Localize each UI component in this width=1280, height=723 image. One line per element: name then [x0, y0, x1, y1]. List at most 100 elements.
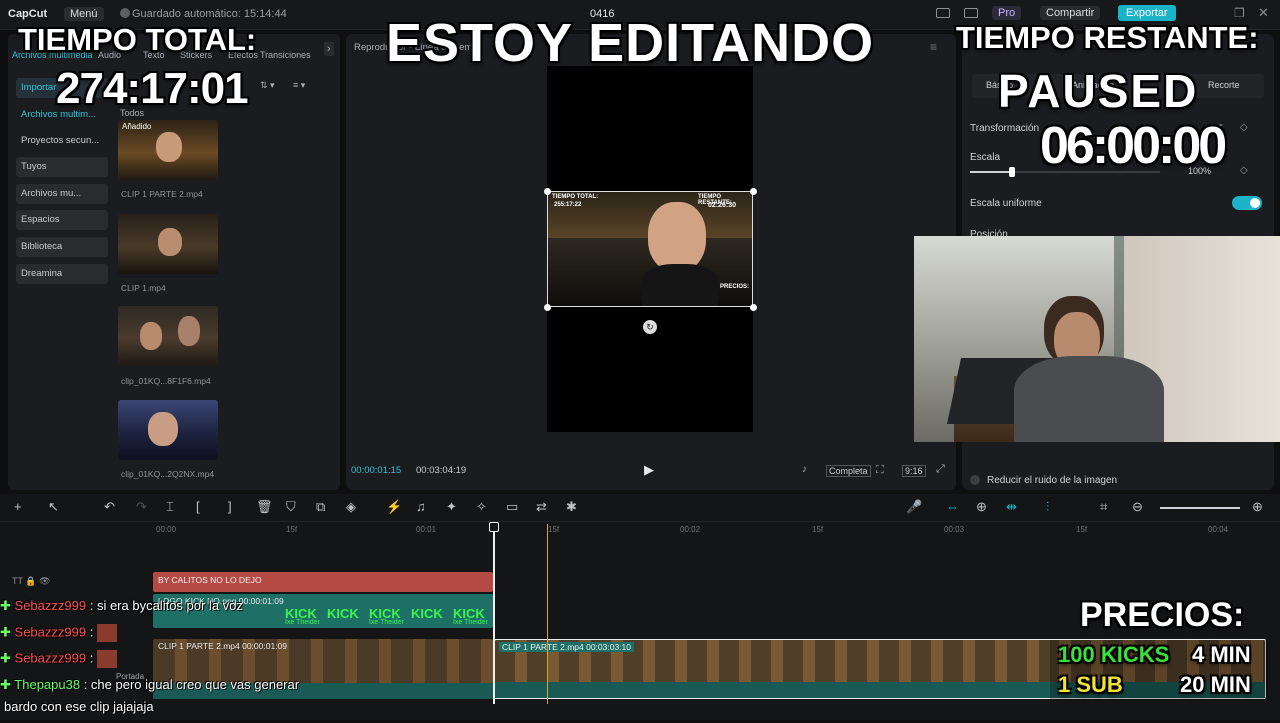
- sparkle-icon[interactable]: ✱: [566, 499, 577, 515]
- chat-message: ✚ Sebazzz999 : si era bycalitos por la v…: [0, 598, 243, 622]
- zoom-slider[interactable]: [1160, 507, 1240, 509]
- scale-slider-knob[interactable]: [1008, 167, 1015, 177]
- shortcuts-icon[interactable]: [964, 8, 978, 18]
- split-icon[interactable]: ⌶: [166, 499, 174, 515]
- complete-button[interactable]: Completa: [826, 465, 871, 477]
- chat-message: ✚ Sebazzz999 :: [0, 624, 117, 648]
- snap-icon[interactable]: ⊕: [976, 499, 987, 515]
- text-track-clip[interactable]: BY CALITOS NO LO DEJO: [153, 572, 493, 592]
- zoom-fit-icon[interactable]: ⌗: [1100, 499, 1107, 515]
- chevron-right-icon[interactable]: ›: [324, 42, 334, 56]
- webcam-feed: [914, 236, 1280, 442]
- restore-window-icon[interactable]: ❐: [1234, 6, 1245, 20]
- person-shape: [148, 412, 178, 446]
- zoom-out-icon[interactable]: ⊖: [1132, 499, 1143, 515]
- time-ruler[interactable]: 00:00 15f 00:01 15f 00:02 15f 00:03 15f …: [150, 522, 1280, 540]
- media-thumb-clip1[interactable]: [118, 214, 218, 274]
- menu-button[interactable]: Menú: [64, 7, 104, 21]
- close-icon[interactable]: ✕: [1258, 5, 1269, 21]
- kick-subtitle: Ixe Theider: [453, 619, 488, 626]
- ratio-button[interactable]: 9:16: [902, 465, 926, 477]
- media-caption: clip_01KQ...8F1F6.mp4: [121, 376, 211, 386]
- filter-icon[interactable]: ≡ ▾: [293, 80, 305, 91]
- screenshot-icon[interactable]: ⛶: [876, 464, 884, 477]
- tick-label: 00:00: [156, 525, 177, 534]
- nav-secondary-projects[interactable]: Proyectos secun...: [16, 131, 108, 151]
- autosave-status: Guardado automático: 15:14:44: [132, 8, 287, 20]
- redo-icon[interactable]: ↷: [136, 499, 147, 515]
- tick-label: 00:02: [680, 525, 701, 534]
- stream-title: ESTOY EDITANDO: [386, 13, 875, 73]
- uniform-scale-toggle[interactable]: [1232, 196, 1262, 210]
- share-button[interactable]: Compartir: [1040, 6, 1101, 20]
- tick-label: 15f: [548, 525, 560, 534]
- tiktok-icon[interactable]: ♪: [802, 464, 807, 475]
- nav-spaces[interactable]: Espacios: [16, 210, 108, 230]
- keyframe-icon[interactable]: ◇: [1240, 122, 1248, 133]
- media-thumb-clip1-part2[interactable]: Añadido: [118, 120, 218, 180]
- keyframe-icon[interactable]: ◇: [1240, 165, 1248, 176]
- resize-handle[interactable]: [750, 188, 757, 195]
- kick-logo: KICK: [411, 606, 443, 621]
- magic-icon[interactable]: ✧: [476, 499, 487, 515]
- preview-clip[interactable]: TIEMPO TOTAL: 255:17:22 TIEMPO RESTANTE:…: [547, 191, 753, 307]
- resize-handle[interactable]: [544, 304, 551, 311]
- delete-icon[interactable]: 🗑: [256, 499, 273, 515]
- tab-transitions[interactable]: Transiciones: [260, 50, 311, 60]
- media-thumb-clip3[interactable]: [118, 306, 218, 366]
- add-track-icon[interactable]: +: [14, 499, 22, 514]
- nav-dreamina[interactable]: Dreamina: [16, 264, 108, 284]
- magnet-icon[interactable]: ⇹: [1006, 499, 1017, 515]
- transform-label: Transformación: [970, 123, 1040, 134]
- pro-button[interactable]: Pro: [992, 6, 1022, 20]
- price-kicks-time: 4 MIN: [1192, 642, 1251, 667]
- video-clip-label: CLIP 1 PARTE 2.mp4 00:03:03:10: [499, 642, 634, 652]
- resize-handle[interactable]: [750, 304, 757, 311]
- layout-icon[interactable]: [936, 8, 950, 18]
- nav-library[interactable]: Biblioteca: [16, 237, 108, 257]
- crop-icon[interactable]: ⧉: [316, 499, 325, 515]
- playhead-handle[interactable]: [489, 522, 499, 532]
- ai-icon[interactable]: ✦: [446, 499, 457, 515]
- split-left-icon[interactable]: [: [196, 499, 200, 514]
- chat-text: : si era bycalitos por la voz: [89, 598, 243, 613]
- play-icon[interactable]: ▶: [644, 462, 654, 478]
- nav-yours[interactable]: Tuyos: [16, 157, 108, 177]
- clip-total-label: TIEMPO TOTAL:: [552, 194, 599, 200]
- tick-label: 15f: [812, 525, 824, 534]
- microphone-icon[interactable]: 🎤: [906, 499, 922, 515]
- mask-icon[interactable]: ◈: [346, 499, 356, 515]
- subtitle-icon[interactable]: ▭: [506, 499, 518, 515]
- rotate-icon[interactable]: ↻: [643, 320, 657, 334]
- resize-handle[interactable]: [544, 188, 551, 195]
- media-thumb-clip4[interactable]: [118, 400, 218, 460]
- sort-icon[interactable]: ⇅ ▾: [260, 80, 275, 91]
- scale-slider-fill: [970, 171, 1012, 173]
- link-icon[interactable]: ⇔: [946, 499, 959, 514]
- fullscreen-icon[interactable]: ⤢: [936, 463, 945, 476]
- denoise-checkbox[interactable]: [970, 475, 980, 485]
- chat-message: ✚ Sebazzz999 :: [0, 650, 117, 674]
- speed-icon[interactable]: ⚡: [386, 499, 402, 515]
- menu-lines-icon[interactable]: ≡: [930, 40, 937, 54]
- kick-logo: KICK: [327, 606, 359, 621]
- playhead[interactable]: [493, 524, 495, 704]
- shield-icon[interactable]: ⛉: [286, 499, 296, 515]
- total-time: 00:03:04:19: [416, 465, 467, 476]
- select-tool-icon[interactable]: ↖: [48, 499, 59, 515]
- tab-crop[interactable]: Recorte: [1208, 80, 1240, 90]
- replace-icon[interactable]: ⇄: [536, 499, 547, 515]
- kick-subtitle: Ixe Theider: [369, 619, 404, 626]
- clip-total-value: 255:17:22: [554, 202, 582, 208]
- chat-text: bardo con ese clip jajajaja: [4, 699, 154, 714]
- zoom-in-icon[interactable]: ⊕: [1252, 499, 1263, 515]
- nav-media-files-2[interactable]: Archivos mu...: [16, 184, 108, 204]
- jacket-shape: [642, 264, 718, 306]
- split-right-icon[interactable]: ]: [228, 499, 232, 514]
- preview-axis-icon[interactable]: ⫶: [1046, 499, 1049, 515]
- audio-icon[interactable]: ♫: [416, 499, 426, 514]
- undo-icon[interactable]: ↶: [104, 499, 115, 515]
- export-button[interactable]: Exportar: [1118, 5, 1176, 21]
- tick-label: 15f: [286, 525, 298, 534]
- remaining-time-label: TIEMPO RESTANTE:: [956, 20, 1259, 55]
